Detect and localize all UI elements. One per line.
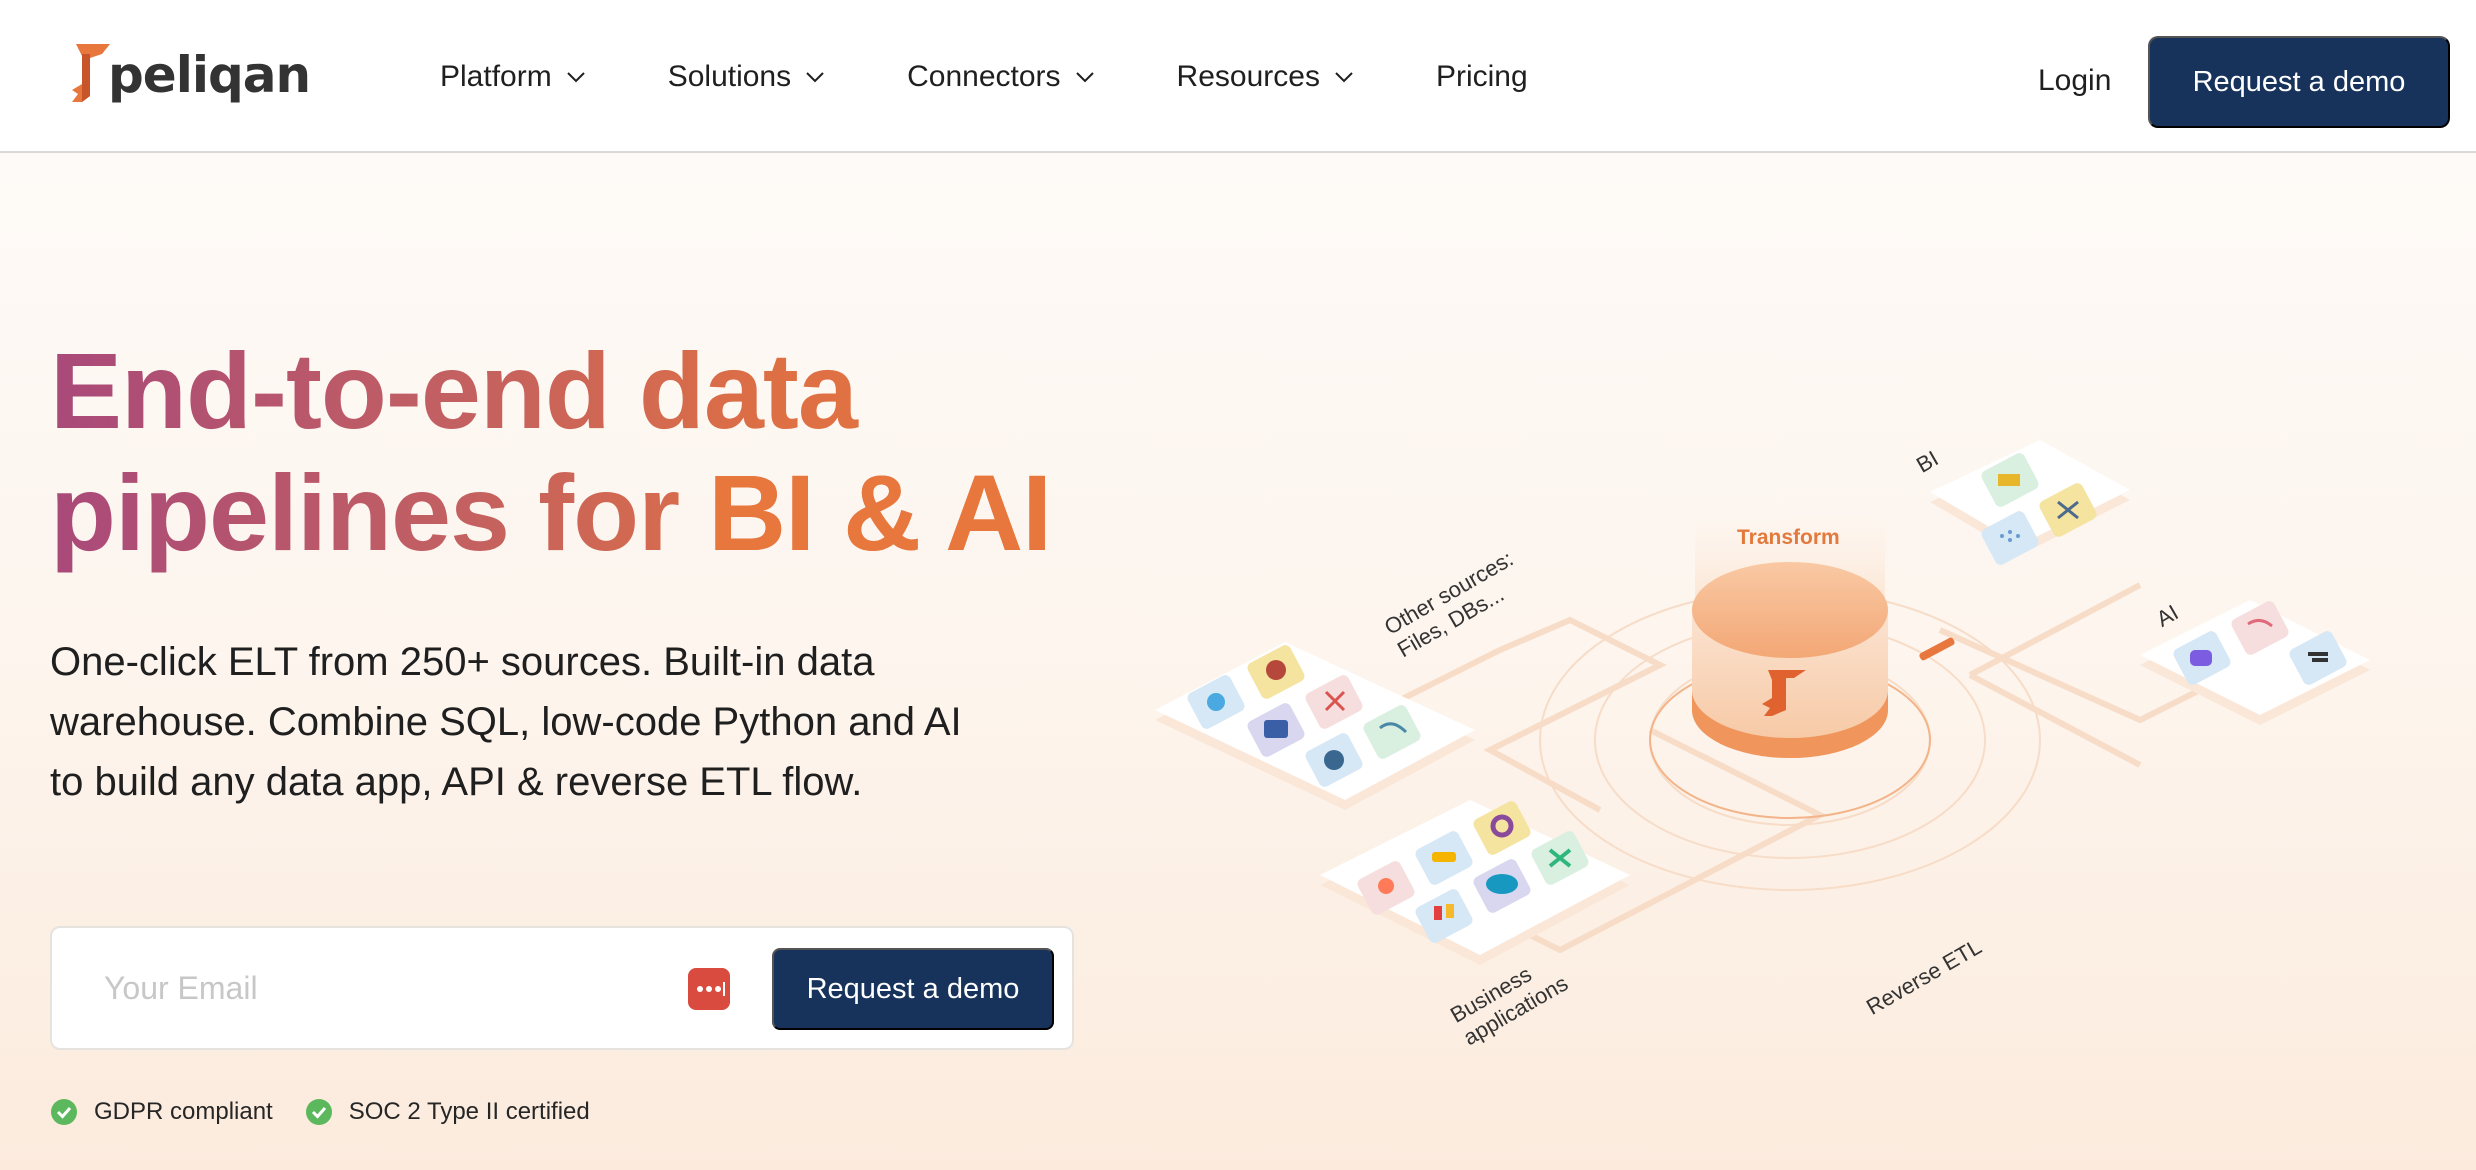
nav-item-resources[interactable]: Resources xyxy=(1177,55,1356,99)
compliance-badges: GDPR compliant SOC 2 Type II certified xyxy=(50,1098,622,1126)
transform-label: Transform xyxy=(1737,526,1840,549)
sources-tile-group xyxy=(1155,642,1475,810)
email-input[interactable] xyxy=(104,958,664,1018)
nav-item-solutions[interactable]: Solutions xyxy=(668,55,827,99)
check-circle-icon xyxy=(51,1099,77,1125)
bi-tile-group xyxy=(1930,440,2130,565)
site-header: peliqan Platform Solutions Connectors Re… xyxy=(0,0,2476,153)
peliqan-logo[interactable]: peliqan xyxy=(68,36,311,110)
connector-dash xyxy=(1919,637,1955,661)
logo-text: peliqan xyxy=(108,46,311,104)
transform-cylinder xyxy=(1649,510,1931,819)
chevron-down-icon xyxy=(806,72,824,83)
pelican-logo-icon xyxy=(72,44,110,102)
email-request-demo-button[interactable]: Request a demo xyxy=(772,948,1054,1030)
main-nav: Platform Solutions Connectors Resources … xyxy=(440,55,1608,99)
pipeline-diagram xyxy=(1155,440,2370,965)
chevron-down-icon xyxy=(1075,72,1094,83)
nav-item-pricing[interactable]: Pricing xyxy=(1436,55,1528,99)
badge-label: SOC 2 Type II certified xyxy=(348,1098,590,1125)
hero-title: End-to-end data pipelines for BI & AI xyxy=(50,330,1150,574)
hero-subtitle: One-click ELT from 250+ sources. Built-i… xyxy=(50,632,1010,812)
soc2-badge: SOC 2 Type II certified xyxy=(305,1098,590,1126)
hero-subtitle-line: to build any data app, API & reverse ETL… xyxy=(50,760,863,804)
pipeline-illustration: Transform Other sources: Files, DBs... B… xyxy=(1140,420,2476,1050)
nav-item-label: Connectors xyxy=(907,60,1061,93)
badge-label: GDPR compliant xyxy=(94,1098,273,1125)
gdpr-badge: GDPR compliant xyxy=(50,1098,273,1126)
chevron-down-icon xyxy=(566,72,585,83)
request-demo-button[interactable]: Request a demo xyxy=(2148,36,2450,128)
nav-item-label: Platform xyxy=(440,60,552,93)
nav-item-label: Solutions xyxy=(667,60,792,93)
check-circle-icon xyxy=(305,1099,332,1125)
hero-title-line2: pipelines for xyxy=(50,452,709,573)
hero-title-line1: End-to-end data xyxy=(50,330,857,451)
nav-item-connectors[interactable]: Connectors xyxy=(907,55,1096,99)
hero-subtitle-line: One-click ELT from 250+ sources. Built-i… xyxy=(50,640,875,684)
password-manager-icon[interactable] xyxy=(688,968,730,1010)
hero-title-accent: BI & AI xyxy=(708,452,1052,573)
hero-subtitle-line: warehouse. Combine SQL, low-code Python … xyxy=(50,700,962,744)
nav-item-label: Resources xyxy=(1176,60,1320,93)
dots-icon xyxy=(697,982,725,996)
nav-item-platform[interactable]: Platform xyxy=(440,55,588,99)
nav-item-label: Pricing xyxy=(1435,60,1528,93)
login-link[interactable]: Login xyxy=(2038,64,2111,98)
email-signup-form: Request a demo xyxy=(50,926,1074,1050)
chevron-down-icon xyxy=(1335,72,1353,83)
